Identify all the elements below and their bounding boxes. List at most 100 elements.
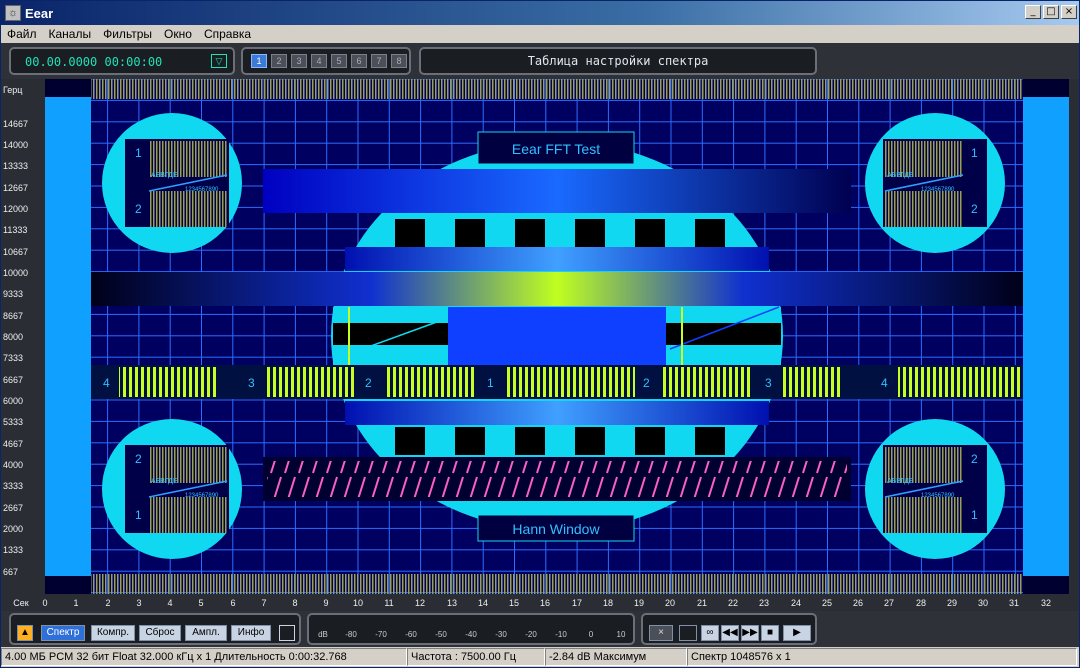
x-tick: 31 (1008, 598, 1020, 608)
page-button-6[interactable]: 6 (351, 54, 367, 68)
info-button[interactable]: Инфо (231, 625, 271, 641)
x-tick: 23 (758, 598, 770, 608)
chevron-down-icon[interactable]: ▽ (211, 54, 227, 68)
minimize-button[interactable]: _ (1025, 5, 1041, 19)
corner-digits: 1234567890 (185, 187, 219, 193)
time-value: 00.00.0000 00:00:00 (25, 55, 163, 69)
x-tick: 14 (477, 598, 489, 608)
x-tick: 1 (73, 598, 79, 608)
page-button-1[interactable]: 1 (251, 54, 267, 68)
y-tick: 12667 (3, 183, 29, 193)
stop-box-button[interactable] (679, 625, 697, 641)
menu-file[interactable]: Файл (1, 27, 43, 41)
status-frequency: Частота : 7500.00 Гц (407, 648, 545, 666)
amplitude-button[interactable]: Ампл. (185, 625, 227, 641)
y-tick: 11333 (3, 225, 28, 235)
db-scale: dB -80 -70 -60 -50 -40 -30 -20 -10 0 10 (307, 613, 635, 645)
compress-button[interactable]: Компр. (91, 625, 135, 641)
y-tick: 4000 (3, 460, 24, 470)
y-tick: 14667 (3, 119, 29, 129)
stop-icon[interactable]: ■ (761, 625, 779, 641)
x-axis: Сек 0 1 2 3 4 5 6 7 8 9 10 11 12 13 14 1… (1, 594, 1079, 611)
y-tick: 4667 (3, 439, 24, 449)
bar-number: 3 (765, 376, 772, 390)
x-tick: 25 (821, 598, 833, 608)
x-tick: 11 (384, 598, 394, 608)
x-tick: 12 (414, 598, 426, 608)
corner-text: АБВГДЕ (887, 172, 914, 179)
menu-window[interactable]: Окно (158, 27, 198, 41)
close-button[interactable]: × (1061, 5, 1077, 19)
y-tick: 14000 (3, 140, 29, 150)
x-tick: 24 (790, 598, 802, 608)
page-button-5[interactable]: 5 (331, 54, 347, 68)
y-tick: 6000 (3, 396, 24, 406)
y-tick: 2667 (3, 503, 24, 513)
x-tick: 29 (946, 598, 958, 608)
db-tick: -40 (465, 630, 477, 639)
db-tick: -10 (555, 630, 567, 639)
db-tick: 10 (616, 630, 626, 639)
corner-circle-top-left: 1 2 АБВГДЕ 1234567890 (102, 113, 242, 253)
menu-filters[interactable]: Фильтры (97, 27, 158, 41)
y-tick: 2000 (3, 524, 24, 534)
loop-icon[interactable]: ∞ (701, 625, 719, 641)
page-button-3[interactable]: 3 (291, 54, 307, 68)
x-tick: 28 (915, 598, 927, 608)
x-tick: 0 (42, 598, 48, 608)
x-tick: 5 (198, 598, 204, 608)
test-pattern-image: Eear FFT Test 4 3 2 1 2 3 4 Hann Window … (45, 79, 1069, 594)
y-tick: 667 (3, 567, 19, 577)
page-button-2[interactable]: 2 (271, 54, 287, 68)
status-bar: 4.00 МБ PCM 32 бит Float 32.000 кГц x 1 … (1, 647, 1079, 667)
x-tick: 9 (323, 598, 329, 608)
x-tick: 30 (977, 598, 989, 608)
x-tick: 32 (1040, 598, 1052, 608)
corner-number: 1 (135, 508, 142, 522)
warning-icon[interactable]: ▲ (17, 625, 33, 641)
pattern-top-label: Eear FFT Test (512, 141, 600, 157)
x-tick: 27 (883, 598, 895, 608)
play-icon[interactable]: ▶ (783, 625, 811, 641)
x-tick: 3 (136, 598, 142, 608)
status-file-info: 4.00 МБ PCM 32 бит Float 32.000 кГц x 1 … (1, 648, 407, 666)
corner-number: 1 (971, 146, 978, 160)
corner-circle-bottom-right: 2 1 АБВГДЕ 1234567890 (865, 419, 1005, 559)
x-tick: 8 (292, 598, 298, 608)
corner-circle-top-right: 1 2 АБВГДЕ 1234567890 (865, 113, 1005, 253)
document-title: Таблица настройки спектра (419, 47, 817, 75)
x-tick: 26 (852, 598, 864, 608)
x-tick: 7 (261, 598, 267, 608)
y-tick: 7333 (3, 353, 24, 363)
corner-text: АБВГДЕ (151, 478, 178, 485)
close-icon[interactable]: × (649, 625, 673, 641)
y-axis: Герц 14667 14000 13333 12667 12000 11333… (1, 79, 45, 594)
reset-button[interactable]: Сброс (139, 625, 181, 641)
title-bar: ☼ Eear _ □ × (1, 1, 1079, 25)
square-toggle[interactable] (279, 625, 295, 641)
spectrum-button[interactable]: Спектр (41, 625, 85, 641)
y-tick: 10667 (3, 247, 29, 257)
app-window: ☼ Eear _ □ × Файл Каналы Фильтры Окно Сп… (0, 0, 1080, 668)
menu-help[interactable]: Справка (198, 27, 257, 41)
x-tick: 13 (446, 598, 458, 608)
db-tick: -30 (495, 630, 507, 639)
status-max-level: -2.84 dB Максимум (545, 648, 687, 666)
bottom-controls: ▲ Спектр Компр. Сброс Ампл. Инфо dB -80 … (1, 611, 1079, 647)
x-tick: 22 (727, 598, 739, 608)
time-display[interactable]: 00.00.0000 00:00:00 ▽ (9, 47, 235, 75)
corner-digits: 1234567890 (921, 493, 955, 499)
fast-forward-icon[interactable]: ▶▶ (741, 625, 759, 641)
page-button-8[interactable]: 8 (391, 54, 407, 68)
corner-number: 2 (971, 202, 978, 216)
menu-channels[interactable]: Каналы (43, 27, 98, 41)
menu-bar: Файл Каналы Фильтры Окно Справка (1, 25, 1079, 43)
page-button-7[interactable]: 7 (371, 54, 387, 68)
y-tick: 10000 (3, 268, 29, 278)
corner-number: 2 (971, 452, 978, 466)
rewind-icon[interactable]: ◀◀ (721, 625, 739, 641)
y-tick: 1333 (3, 545, 24, 555)
maximize-button[interactable]: □ (1043, 5, 1059, 19)
bar-number: 3 (248, 376, 255, 390)
page-button-4[interactable]: 4 (311, 54, 327, 68)
